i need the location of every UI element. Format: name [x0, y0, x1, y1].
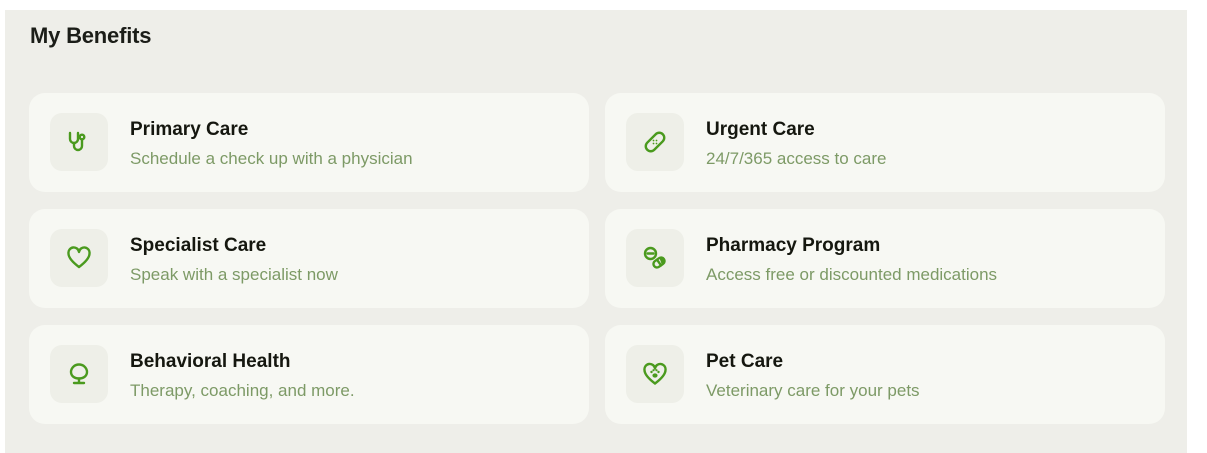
stethoscope-icon [50, 113, 108, 171]
brain-head-icon [50, 345, 108, 403]
pills-icon [626, 229, 684, 287]
benefit-subtitle: Speak with a specialist now [130, 265, 338, 284]
page-title: My Benefits [30, 23, 152, 48]
benefit-title: Pharmacy Program [706, 235, 881, 256]
benefit-subtitle: Access free or discounted medications [706, 265, 998, 284]
heart-icon [50, 229, 108, 287]
benefits-panel: My Benefits Primary Care Schedule a chec… [5, 10, 1187, 453]
benefit-title: Primary Care [130, 119, 249, 140]
benefit-title: Behavioral Health [130, 351, 291, 372]
benefit-card-specialist-care[interactable]: Specialist Care Speak with a specialist … [29, 209, 589, 308]
bandage-icon [626, 113, 684, 171]
benefit-subtitle: 24/7/365 access to care [706, 149, 887, 168]
benefit-card-pet-care[interactable]: Pet Care Veterinary care for your pets [605, 325, 1165, 424]
benefit-card-behavioral-health[interactable]: Behavioral Health Therapy, coaching, and… [29, 325, 589, 424]
benefit-title: Urgent Care [706, 119, 815, 140]
benefit-title: Specialist Care [130, 235, 267, 256]
benefit-subtitle: Therapy, coaching, and more. [130, 381, 355, 400]
benefit-subtitle: Veterinary care for your pets [706, 381, 920, 400]
benefit-title: Pet Care [706, 351, 784, 372]
benefit-subtitle: Schedule a check up with a physician [130, 149, 413, 168]
benefit-card-primary-care[interactable]: Primary Care Schedule a check up with a … [29, 93, 589, 192]
benefit-card-urgent-care[interactable]: Urgent Care 24/7/365 access to care [605, 93, 1165, 192]
benefit-card-pharmacy-program[interactable]: Pharmacy Program Access free or discount… [605, 209, 1165, 308]
paw-heart-icon [626, 345, 684, 403]
